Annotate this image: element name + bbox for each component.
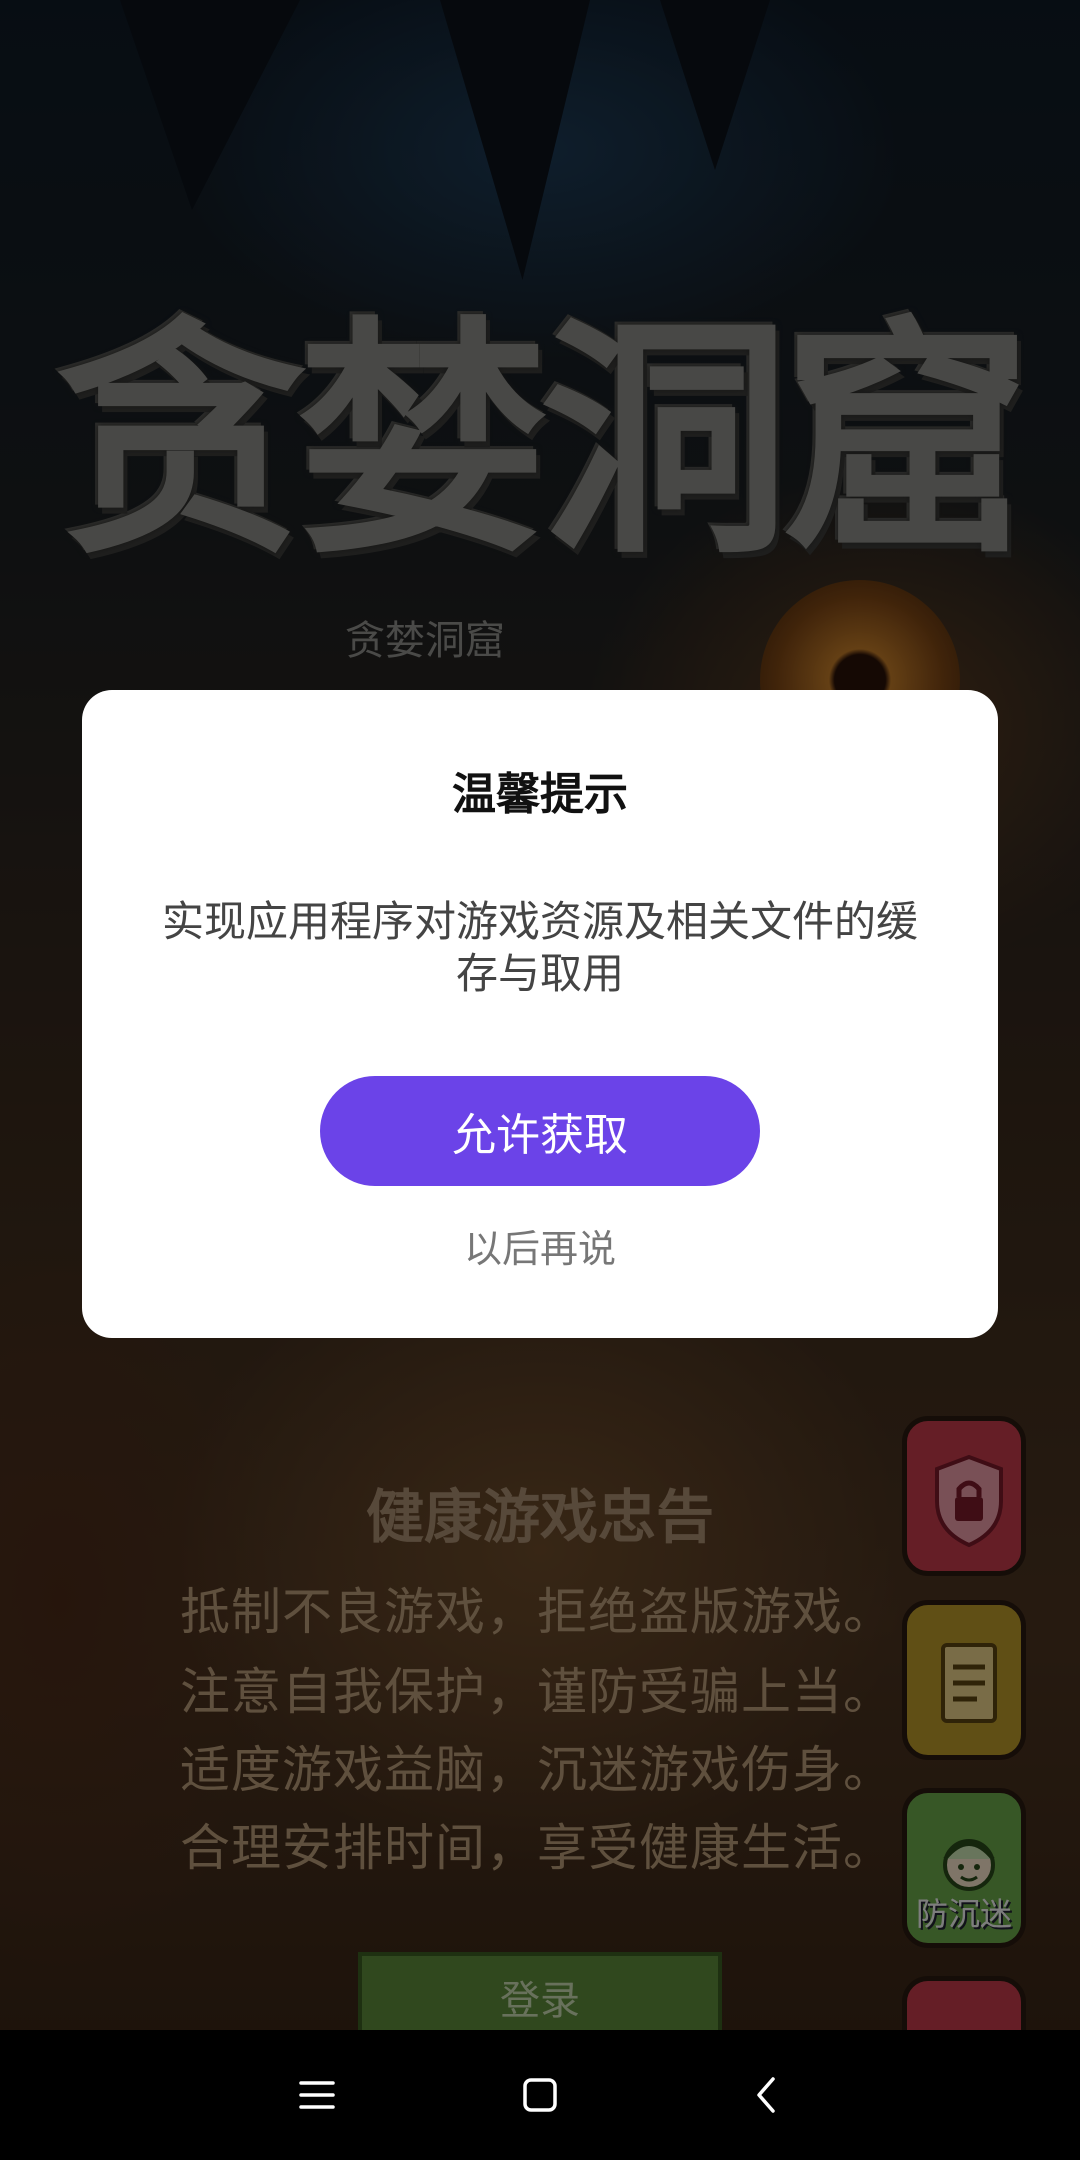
- back-icon[interactable]: [737, 2065, 797, 2125]
- menu-icon[interactable]: [287, 2065, 347, 2125]
- dialog-message: 实现应用程序对游戏资源及相关文件的缓存与取用: [161, 897, 918, 998]
- system-navigation-bar: [0, 2030, 1080, 2160]
- home-icon[interactable]: [510, 2065, 570, 2125]
- permission-dialog: 温馨提示 实现应用程序对游戏资源及相关文件的缓存与取用 允许获取 以后再说: [82, 690, 998, 1338]
- later-button[interactable]: 以后再说: [82, 1218, 998, 1273]
- allow-button[interactable]: 允许获取: [320, 1076, 760, 1186]
- dialog-title: 温馨提示: [452, 769, 628, 820]
